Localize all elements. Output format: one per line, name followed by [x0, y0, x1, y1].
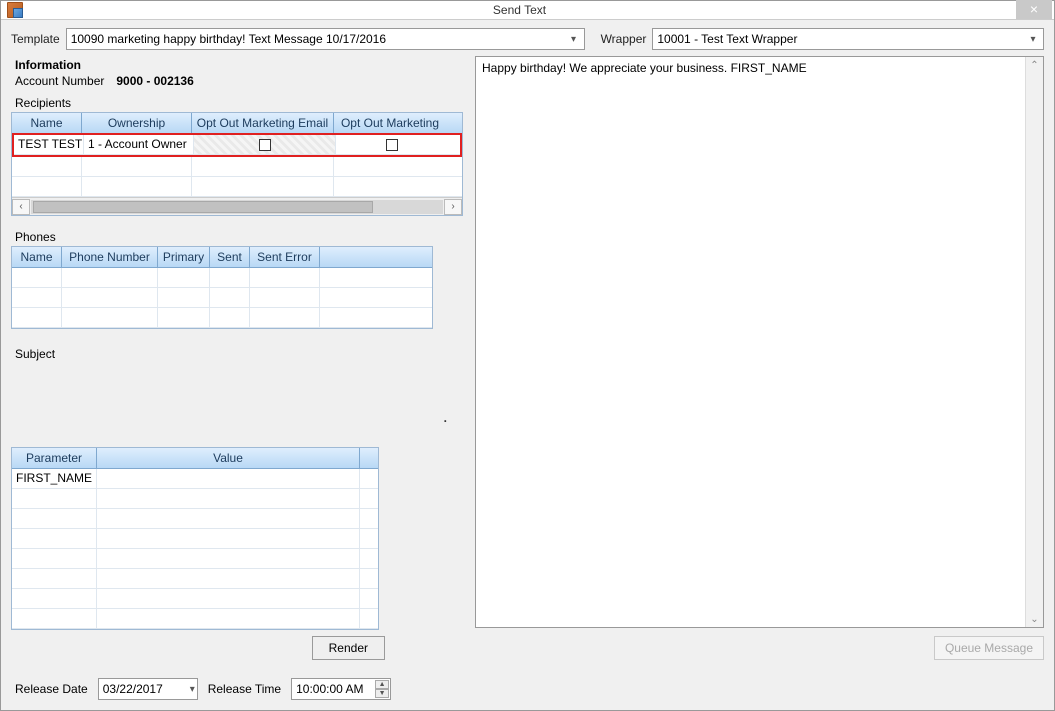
release-time-label: Release Time: [208, 682, 281, 696]
release-date-value: 03/22/2017: [103, 682, 163, 696]
params-header: Parameter Value: [12, 448, 378, 469]
phones-label: Phones: [15, 230, 463, 244]
send-text-window: Send Text × Template 10090 marketing hap…: [0, 0, 1055, 711]
phones-col-number[interactable]: Phone Number: [62, 247, 158, 267]
scroll-track[interactable]: [31, 200, 443, 214]
chevron-down-icon: ▾: [566, 31, 582, 47]
template-select[interactable]: 10090 marketing happy birthday! Text Mes…: [66, 28, 585, 50]
table-row: [12, 589, 378, 609]
recipient-optmkt-cell[interactable]: [336, 135, 448, 154]
account-number-value: 9000 - 002136: [116, 74, 193, 88]
app-icon: [7, 2, 23, 18]
recipients-col-ownership[interactable]: Ownership: [82, 113, 192, 133]
subject-label: Subject: [15, 347, 463, 361]
recipient-optemail-cell[interactable]: [194, 135, 336, 154]
window-title: Send Text: [23, 3, 1016, 17]
params-body: FIRST_NAME: [12, 469, 378, 629]
recipients-body: TEST TEST 1 - Account Owner: [12, 133, 462, 197]
recipients-col-name[interactable]: Name: [12, 113, 82, 133]
params-col-blank: [360, 448, 378, 468]
account-row: Account Number 9000 - 002136: [15, 74, 463, 88]
release-date-input[interactable]: 03/22/2017 ▾: [98, 678, 198, 700]
spin-down-icon[interactable]: ▼: [375, 689, 389, 698]
table-row: [12, 177, 462, 197]
table-row: [12, 609, 378, 629]
release-date-label: Release Date: [15, 682, 88, 696]
template-value: 10090 marketing happy birthday! Text Mes…: [71, 32, 386, 46]
table-row: [12, 529, 378, 549]
time-spinner[interactable]: ▲ ▼: [375, 680, 389, 698]
table-row: [12, 157, 462, 177]
recipients-col-optmkt[interactable]: Opt Out Marketing: [334, 113, 446, 133]
table-row[interactable]: TEST TEST 1 - Account Owner: [14, 135, 460, 155]
chevron-down-icon: ▾: [1025, 31, 1041, 47]
phones-grid[interactable]: Name Phone Number Primary Sent Sent Erro…: [11, 246, 433, 329]
right-pane: Happy birthday! We appreciate your busin…: [475, 56, 1044, 660]
phones-col-senterror[interactable]: Sent Error: [250, 247, 320, 267]
left-pane: Information Account Number 9000 - 002136…: [11, 56, 463, 660]
scroll-thumb[interactable]: [33, 201, 373, 213]
recipients-highlight: TEST TEST 1 - Account Owner: [12, 133, 462, 157]
scroll-left-icon[interactable]: ‹: [12, 199, 30, 215]
subject-caret: .: [11, 411, 463, 425]
table-row: [12, 288, 432, 308]
param-value[interactable]: [97, 469, 360, 488]
checkbox-icon: [386, 139, 398, 151]
message-text: Happy birthday! We appreciate your busin…: [482, 61, 807, 75]
table-row[interactable]: FIRST_NAME: [12, 469, 378, 489]
phones-body: [12, 268, 432, 328]
table-row: [12, 489, 378, 509]
param-name: FIRST_NAME: [12, 469, 97, 488]
queue-row: Queue Message: [475, 636, 1044, 660]
titlebar: Send Text ×: [1, 1, 1054, 20]
scroll-right-icon[interactable]: ›: [444, 199, 462, 215]
recipient-name: TEST TEST: [14, 135, 84, 154]
subject-area: [11, 363, 463, 411]
chevron-down-icon: ▾: [190, 684, 195, 695]
params-col-parameter[interactable]: Parameter: [12, 448, 97, 468]
param-blank: [360, 469, 378, 488]
wrapper-select[interactable]: 10001 - Test Text Wrapper ▾: [652, 28, 1044, 50]
table-row: [12, 509, 378, 529]
phones-col-name[interactable]: Name: [12, 247, 62, 267]
params-col-value[interactable]: Value: [97, 448, 360, 468]
close-button[interactable]: ×: [1016, 0, 1052, 19]
scroll-down-icon[interactable]: ⌄: [1026, 611, 1043, 627]
message-textarea[interactable]: Happy birthday! We appreciate your busin…: [475, 56, 1044, 628]
account-number-label: Account Number: [15, 74, 104, 88]
wrapper-value: 10001 - Test Text Wrapper: [657, 32, 797, 46]
recipients-col-optemail[interactable]: Opt Out Marketing Email: [192, 113, 334, 133]
template-label: Template: [11, 32, 60, 46]
table-row: [12, 268, 432, 288]
recipients-scrollbar[interactable]: ‹ ›: [12, 197, 462, 215]
spin-up-icon[interactable]: ▲: [375, 680, 389, 689]
checkbox-icon: [259, 139, 271, 151]
render-row: Render: [11, 636, 385, 660]
phones-col-primary[interactable]: Primary: [158, 247, 210, 267]
recipients-header: Name Ownership Opt Out Marketing Email O…: [12, 113, 462, 134]
table-row: [12, 549, 378, 569]
content-area: Information Account Number 9000 - 002136…: [1, 56, 1054, 668]
phones-col-sent[interactable]: Sent: [210, 247, 250, 267]
template-wrapper-row: Template 10090 marketing happy birthday!…: [1, 20, 1054, 56]
release-time-value: 10:00:00 AM: [296, 682, 363, 696]
phones-header: Name Phone Number Primary Sent Sent Erro…: [12, 247, 432, 268]
release-time-input[interactable]: 10:00:00 AM ▲ ▼: [291, 678, 391, 700]
release-row: Release Date 03/22/2017 ▾ Release Time 1…: [1, 668, 1054, 710]
recipients-label: Recipients: [15, 96, 463, 110]
message-scrollbar[interactable]: ⌃ ⌄: [1025, 57, 1043, 627]
table-row: [12, 569, 378, 589]
params-grid[interactable]: Parameter Value FIRST_NAME: [11, 447, 379, 630]
queue-message-button[interactable]: Queue Message: [934, 636, 1044, 660]
recipient-ownership: 1 - Account Owner: [84, 135, 194, 154]
render-button[interactable]: Render: [312, 636, 385, 660]
scroll-up-icon[interactable]: ⌃: [1026, 57, 1043, 73]
information-heading: Information: [15, 58, 463, 72]
wrapper-label: Wrapper: [601, 32, 647, 46]
phones-col-blank: [320, 247, 432, 267]
table-row: [12, 308, 432, 328]
recipients-grid[interactable]: Name Ownership Opt Out Marketing Email O…: [11, 112, 463, 216]
